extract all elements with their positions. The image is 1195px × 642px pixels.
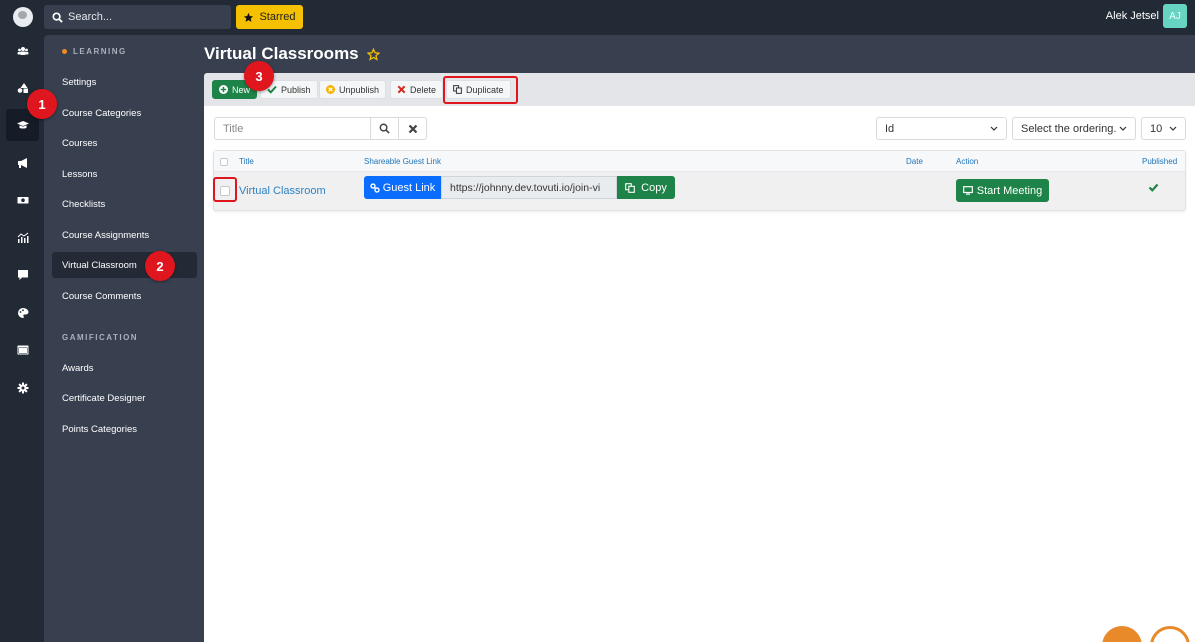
select-all-checkbox[interactable] [220, 158, 228, 166]
copy-label: Copy [641, 181, 667, 194]
search-icon [52, 11, 63, 23]
section-learning-text: LEARNING [73, 47, 127, 56]
shapes-icon [17, 83, 28, 93]
copy-icon [625, 182, 636, 193]
column-action: Action [956, 157, 979, 166]
duplicate-highlight-box [443, 76, 518, 104]
sub-navigation: LEARNING Settings Course Categories Cour… [44, 35, 204, 642]
annotation-badge-3: 3 [244, 61, 274, 91]
icon-rail [0, 34, 44, 642]
sort-field-select[interactable]: Id [876, 117, 1007, 140]
table-header: Title Shareable Guest Link Date Action P… [214, 151, 1185, 172]
nav-course-comments[interactable]: Course Comments [52, 283, 197, 309]
start-meeting-label: Start Meeting [976, 184, 1043, 197]
annotation-badge-1: 1 [27, 89, 57, 119]
annotation-badge-2: 2 [145, 251, 175, 281]
window-icon [17, 345, 28, 355]
nav-awards[interactable]: Awards [52, 355, 197, 381]
nav-certificate-designer[interactable]: Certificate Designer [52, 385, 197, 411]
search-icon [379, 123, 390, 134]
toolbar: New Publish Unpublish Delete Duplicate [204, 73, 1195, 106]
limit-select[interactable]: 10 [1141, 117, 1186, 140]
starred-label: Starred [259, 11, 296, 23]
starred-button[interactable]: Starred [236, 5, 303, 29]
rail-pages[interactable] [6, 334, 39, 366]
rail-design[interactable] [6, 297, 39, 329]
column-title[interactable]: Title [239, 157, 254, 166]
link-icon [370, 182, 380, 193]
user-name[interactable]: Alek Jetsel [1106, 10, 1159, 22]
classrooms-table: Title Shareable Guest Link Date Action P… [213, 150, 1186, 211]
chevron-down-icon [1169, 126, 1177, 131]
limit-value: 10 [1150, 122, 1163, 135]
avatar[interactable]: AJ [1163, 4, 1187, 28]
chevron-down-icon [1119, 126, 1127, 131]
users-icon [17, 47, 28, 55]
nav-lessons[interactable]: Lessons [52, 161, 197, 187]
section-dot-icon [62, 49, 67, 54]
delete-button[interactable]: Delete [390, 80, 444, 99]
chevron-down-icon [990, 126, 998, 131]
logo-icon[interactable] [13, 7, 33, 27]
comment-icon [17, 270, 28, 280]
published-check-icon[interactable] [1148, 183, 1159, 192]
title-filter-input[interactable]: Title [214, 117, 371, 140]
rail-messages[interactable] [6, 259, 39, 291]
times-icon [408, 124, 417, 133]
nav-checklists[interactable]: Checklists [52, 191, 197, 217]
search-placeholder: Search... [68, 11, 113, 23]
graduation-cap-icon [16, 121, 29, 129]
checkbox-highlight-box [213, 177, 237, 202]
chart-icon [17, 232, 28, 243]
page-title: Virtual Classrooms [204, 44, 380, 64]
guest-link-button[interactable]: Guest Link [364, 176, 441, 199]
favorite-star-icon[interactable] [366, 47, 380, 61]
times-circle-icon [326, 85, 335, 94]
unpublish-label: Unpublish [339, 84, 380, 95]
rail-ecommerce[interactable] [6, 184, 39, 216]
nav-points-categories[interactable]: Points Categories [52, 416, 197, 442]
content-panel: Title Id Select the ordering. 10 Title S… [204, 106, 1195, 642]
nav-virtual-classroom[interactable]: Virtual Classroom [52, 252, 197, 278]
search-button[interactable] [370, 117, 399, 140]
megaphone-icon [17, 158, 27, 168]
sort-field-value: Id [885, 122, 895, 135]
column-published[interactable]: Published [1142, 157, 1177, 166]
palette-icon [17, 308, 28, 318]
ordering-value: Select the ordering. [1021, 122, 1117, 135]
unpublish-button[interactable]: Unpublish [319, 80, 387, 99]
rail-users[interactable] [6, 35, 39, 67]
nav-settings[interactable]: Settings [52, 69, 197, 95]
plus-circle-icon [219, 85, 228, 94]
publish-label: Publish [281, 84, 311, 95]
ordering-select[interactable]: Select the ordering. [1012, 117, 1136, 140]
gear-icon [17, 382, 28, 394]
rail-settings[interactable] [6, 372, 39, 404]
nav-course-categories[interactable]: Course Categories [52, 100, 197, 126]
guest-link-url-field[interactable]: https://johnny.dev.tovuti.io/join-vi [441, 176, 617, 199]
start-meeting-button[interactable]: Start Meeting [956, 179, 1049, 202]
top-bar: Search... Starred Alek Jetsel AJ [0, 0, 1195, 34]
guest-link-label: Guest Link [382, 181, 436, 194]
delete-label: Delete [410, 84, 437, 95]
page-title-text: Virtual Classrooms [204, 44, 359, 63]
nav-course-assignments[interactable]: Course Assignments [52, 222, 197, 248]
rail-announcements[interactable] [6, 147, 39, 179]
row-title-link[interactable]: Virtual Classroom [239, 185, 326, 197]
rail-reports[interactable] [6, 222, 39, 254]
star-icon [244, 12, 254, 22]
column-guest-link: Shareable Guest Link [364, 157, 441, 166]
copy-button[interactable]: Copy [617, 176, 675, 199]
money-bill-icon [17, 197, 28, 204]
search-input[interactable]: Search... [44, 5, 231, 29]
clear-button[interactable] [398, 117, 427, 140]
times-icon [397, 85, 406, 94]
desktop-icon [962, 186, 973, 195]
nav-courses[interactable]: Courses [52, 130, 197, 156]
column-date[interactable]: Date [906, 157, 923, 166]
section-learning-label: LEARNING [62, 47, 127, 56]
section-gamification-label: GAMIFICATION [62, 333, 139, 342]
